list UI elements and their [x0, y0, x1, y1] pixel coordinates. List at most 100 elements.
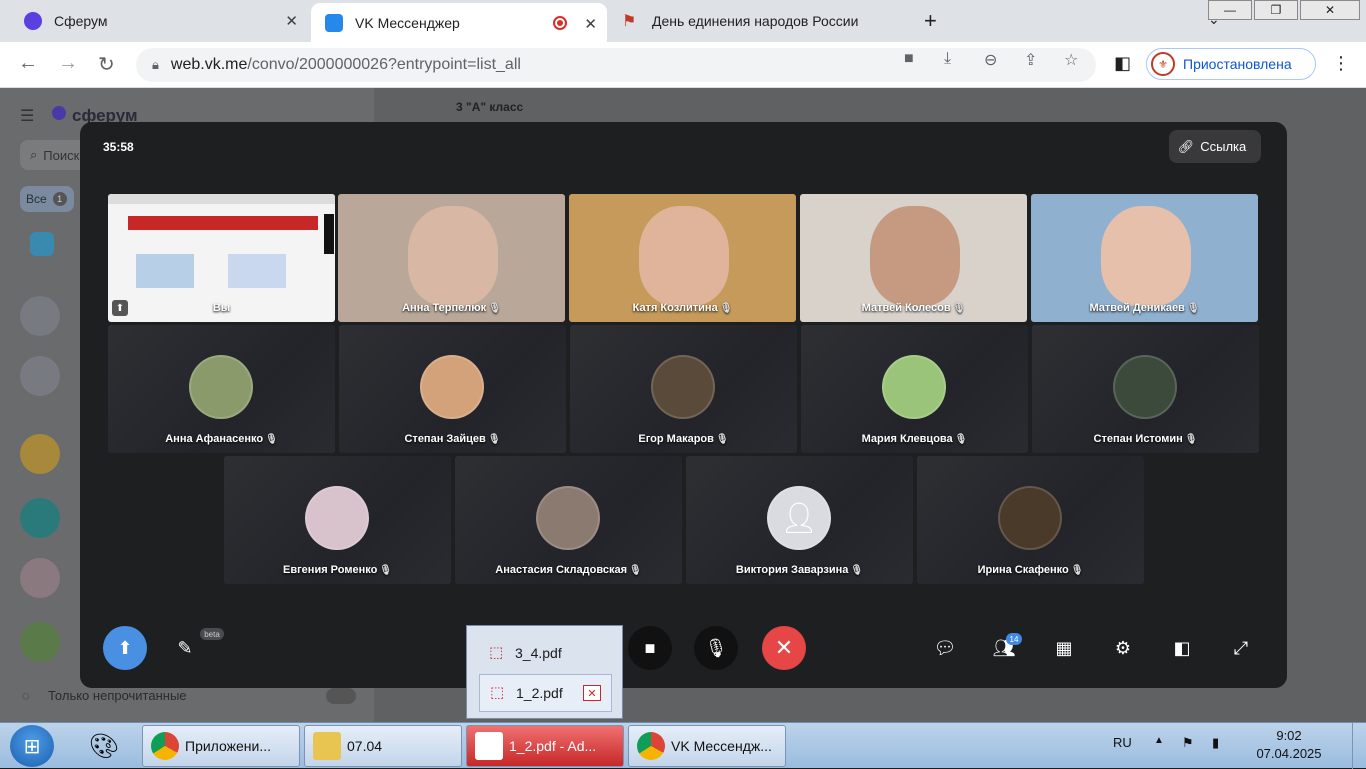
tab-close-icon[interactable]: ✕ [285, 12, 298, 30]
end-call-button[interactable]: ✕ [762, 626, 806, 670]
chat-avatar[interactable] [20, 434, 60, 474]
only-unread-toggle[interactable] [326, 688, 356, 704]
fullscreen-button[interactable]: ⤢ [1227, 634, 1255, 662]
participant-video [870, 206, 960, 306]
chat-avatar[interactable] [20, 622, 60, 662]
start-button[interactable]: ⊞ [10, 725, 54, 767]
filter-all-chip[interactable]: Все 1 [20, 186, 74, 212]
participant-avatar [536, 486, 600, 550]
chat-avatar[interactable] [20, 296, 60, 336]
browser-toolbar: ← → ↻ 🔒︎ web.vk.me/convo/2000000026?entr… [0, 42, 1366, 88]
taskbar-item-acrobat[interactable]: 1_2.pdf - Ad... [466, 725, 624, 767]
taskbar-item-chrome-apps[interactable]: Приложени... [142, 725, 300, 767]
participant-tile[interactable]: Мария Клевцова 🎙︎ [801, 325, 1028, 453]
taskbar-item-vk-messenger[interactable]: VK Мессендж... [628, 725, 786, 767]
share-icon[interactable]: ⇪ [1024, 50, 1037, 70]
call-window: 35:58 🔗︎ Ссылка ⬆ Вы Анна Терпелюк 🎙︎ Кат… [80, 122, 1287, 688]
forward-arrow-icon[interactable]: → [58, 52, 78, 75]
participant-tile[interactable]: Степан Истомин 🎙︎ [1032, 325, 1259, 453]
paint-app-icon[interactable]: 🎨︎ [84, 729, 124, 763]
participant-tile[interactable]: Матвей Деникаев 🎙︎ [1031, 194, 1258, 322]
settings-button[interactable]: ⚙ [1109, 634, 1137, 662]
tab-close-icon[interactable]: ✕ [584, 15, 597, 33]
sferum-logo-icon [52, 106, 66, 120]
search-icon: ⌕ [30, 147, 38, 162]
browser-menu-icon[interactable]: ⋮ [1332, 53, 1350, 74]
screen-share-icon: ⬆ [117, 637, 133, 658]
camera-in-use-icon[interactable]: ■ [904, 50, 914, 68]
copy-link-button[interactable]: 🔗︎ Ссылка [1169, 130, 1261, 163]
action-center-icon[interactable]: ⚑ [1182, 735, 1194, 751]
call-controls: ⬆ ✎ ■ 🎙︎ ✕ 💬︎ 👥︎ ▦ ⚙ ◧ ⤢ [80, 622, 1287, 678]
participant-tile[interactable]: Анна Терпелюк 🎙︎ [338, 194, 565, 322]
close-window-icon[interactable]: ✕ [583, 685, 601, 701]
url-text: web.vk.me/convo/2000000026?entrypoint=li… [170, 56, 521, 73]
microphone-button[interactable]: 🎙︎ [694, 626, 738, 670]
participant-tile[interactable]: Ирина Скафенко 🎙︎ [917, 456, 1144, 584]
tab-sferum[interactable]: Сферум ✕ [0, 0, 308, 42]
vk-messenger-favicon-icon [325, 13, 343, 32]
network-signal-icon[interactable]: ▮ [1212, 735, 1219, 751]
participant-tile[interactable]: Анна Афанасенко 🎙︎ [108, 325, 335, 453]
hamburger-menu-icon[interactable]: ☰ [20, 106, 34, 126]
participant-tile[interactable]: Матвей Колесов 🎙︎ [800, 194, 1027, 322]
lock-icon: 🔒︎ [152, 57, 159, 72]
participant-tile[interactable]: Евгения Роменко 🎙︎ [224, 456, 451, 584]
participants-count-badge: 14 [1006, 633, 1022, 645]
profile-avatar: ⚜ [1151, 52, 1175, 76]
bookmark-star-icon[interactable]: ☆ [1064, 50, 1078, 70]
reload-icon[interactable]: ↻ [98, 52, 115, 77]
language-indicator[interactable]: RU [1113, 735, 1132, 750]
show-desktop-button[interactable] [1352, 723, 1366, 769]
effects-icon: ✎ [177, 637, 193, 658]
participant-tile[interactable]: Анастасия Складовская 🎙︎ [455, 456, 682, 584]
tray-expand-icon[interactable]: ▲ [1154, 735, 1164, 746]
minimize-icon[interactable]: — [1208, 0, 1252, 20]
participant-name: Матвей Колесов 🎙︎ [861, 302, 966, 314]
chat-avatar[interactable] [20, 558, 60, 598]
layout-button[interactable]: ▦ [1050, 634, 1078, 662]
minimize-call-button[interactable]: ◧ [1168, 634, 1196, 662]
muted-mic-icon: 🎙︎ [850, 565, 864, 576]
muted-mic-icon: 🎙︎ [1186, 303, 1200, 314]
browser-tab-strip: Сферум ✕ VK Мессенджер ✕ ⚑ День единения… [0, 0, 1366, 42]
participant-name: Виктория Заварзина 🎙︎ [735, 564, 864, 576]
system-clock[interactable]: 9:02 07.04.2025 [1252, 727, 1326, 763]
slide-banner [128, 216, 318, 230]
back-arrow-icon[interactable]: ← [18, 52, 38, 75]
address-bar[interactable]: 🔒︎ web.vk.me/convo/2000000026?entrypoint… [136, 48, 1096, 82]
participant-name: Степан Истомин 🎙︎ [1093, 433, 1198, 445]
install-app-icon[interactable]: ⤓ [944, 50, 951, 68]
participant-tile[interactable]: Егор Макаров 🎙︎ [570, 325, 797, 453]
tab-unity-day[interactable]: ⚑ День единения народов России [610, 0, 906, 42]
camera-button[interactable]: ■ [628, 626, 672, 670]
participant-video [408, 206, 498, 306]
microphone-icon: 🎙︎ [704, 637, 728, 658]
side-panel-icon[interactable]: ◧ [1114, 53, 1131, 74]
maximize-icon[interactable]: ❐ [1254, 0, 1298, 20]
participant-tile[interactable]: Катя Козлитина 🎙︎ [569, 194, 796, 322]
popup-file-item[interactable]: ⬚ 3_4.pdf [479, 634, 612, 672]
screen-share-button[interactable]: ⬆ [103, 626, 147, 670]
close-window-icon[interactable]: ✕ [1300, 0, 1360, 20]
participant-tile[interactable]: Степан Зайцев 🎙︎ [339, 325, 566, 453]
chat-avatar[interactable] [20, 498, 60, 538]
popup-file-item[interactable]: ⬚ 1_2.pdf ✕ [479, 674, 612, 712]
participant-tile-screen-share[interactable]: ⬆ Вы [108, 194, 335, 322]
taskbar-item-folder[interactable]: 07.04 [304, 725, 462, 767]
zoom-icon[interactable]: ⊖ [984, 50, 997, 70]
tab-vk-messenger[interactable]: VK Мессенджер ✕ [311, 3, 607, 42]
chat-button[interactable]: 💬︎ [931, 634, 959, 662]
gear-icon: ⚙ [1114, 637, 1132, 658]
muted-mic-icon: 🎙︎ [265, 434, 278, 445]
only-unread-label: Только непрочитанные [48, 688, 187, 703]
unread-filter-icon[interactable]: ◌ [22, 688, 30, 703]
participant-avatar [305, 486, 369, 550]
participant-tile[interactable]: 👤︎ Виктория Заварзина 🎙︎ [686, 456, 913, 584]
call-timer: 35:58 [103, 140, 134, 154]
profile-button[interactable]: ⚜ Приостановлена [1146, 48, 1316, 80]
muted-mic-icon: 🎙︎ [1184, 434, 1198, 445]
new-tab-plus-icon[interactable]: + [924, 8, 937, 34]
chat-avatar[interactable] [20, 356, 60, 396]
participant-name: Анастасия Складовская 🎙︎ [495, 564, 642, 576]
